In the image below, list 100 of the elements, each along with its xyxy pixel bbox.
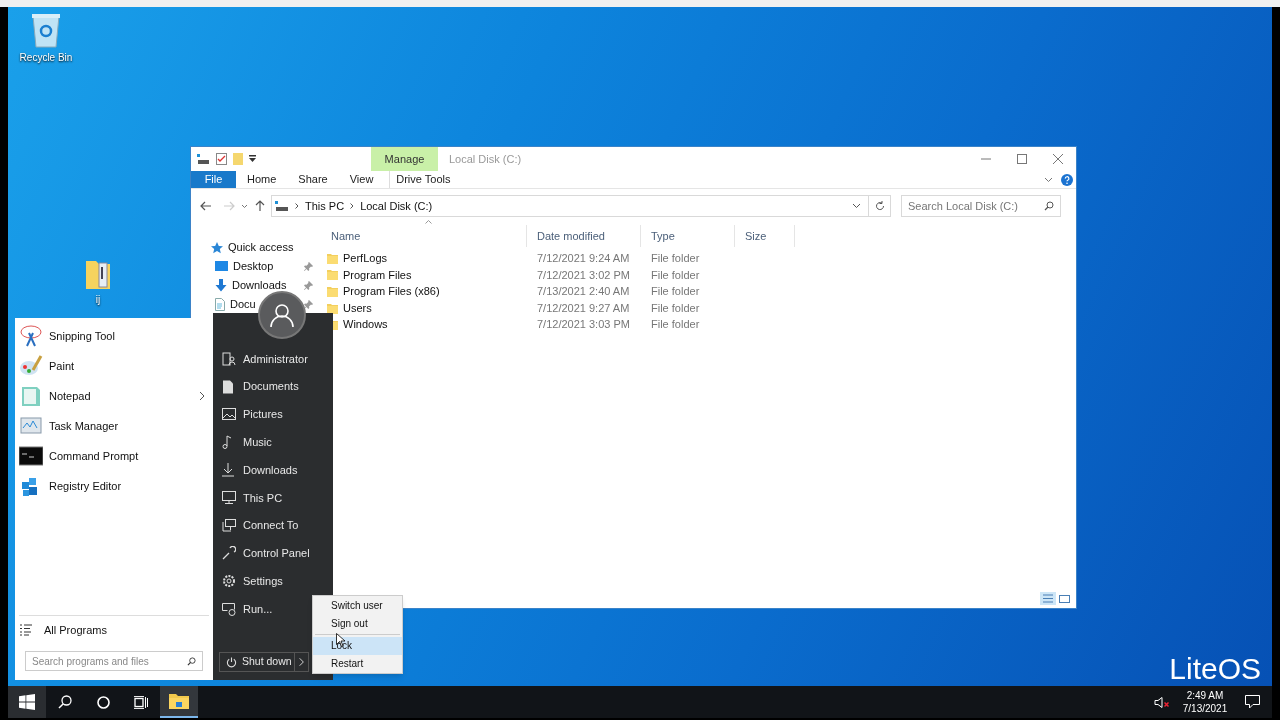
- address-bar[interactable]: This PC Local Disk (C:): [271, 195, 869, 217]
- menu-item[interactable]: Restart: [313, 654, 402, 672]
- nav-item[interactable]: Docu: [191, 295, 321, 314]
- start-button[interactable]: [8, 686, 46, 718]
- dropdown-icon[interactable]: [852, 203, 861, 209]
- search-icon: [58, 695, 72, 709]
- ribbon-tab[interactable]: View: [338, 171, 385, 188]
- large-icons-view-icon[interactable]: [1058, 592, 1071, 605]
- date-cell-text: 7/12/2021 9:27 AM: [536, 300, 631, 316]
- places-item[interactable]: Music: [213, 428, 333, 457]
- ribbon-tab[interactable]: Drive Tools: [389, 171, 457, 188]
- paint-icon: [19, 354, 43, 378]
- search-field[interactable]: Search programs and files: [25, 651, 203, 671]
- places-item[interactable]: Administrator: [213, 345, 333, 373]
- folder-icon: [327, 286, 338, 297]
- ribbon-tab[interactable]: Home: [236, 171, 288, 188]
- type-cell-text: File folder: [650, 267, 701, 283]
- column-header[interactable]: Type: [641, 225, 735, 247]
- pin-icon[interactable]: [304, 281, 313, 290]
- column-header[interactable]: Size: [735, 225, 795, 247]
- menu-item[interactable]: Switch user: [313, 597, 402, 615]
- recycle-bin-icon[interactable]: [31, 12, 61, 48]
- places-item[interactable]: Documents: [213, 372, 333, 401]
- branding-text: LiteOS: [1169, 651, 1261, 687]
- date-cell-text: 7/12/2021 3:03 PM: [536, 317, 631, 333]
- network-icon: [222, 519, 236, 533]
- document-icon: [222, 379, 234, 394]
- nav-item[interactable]: Desktop: [191, 257, 321, 276]
- download-icon: [222, 463, 234, 478]
- program-item[interactable]: Task Manager: [15, 411, 213, 441]
- refresh-icon: [874, 201, 885, 211]
- drive-icon[interactable]: [197, 154, 210, 164]
- help-icon[interactable]: [1061, 173, 1073, 186]
- wrench-icon: [222, 546, 236, 561]
- music-note-icon: [222, 435, 232, 450]
- places-item[interactable]: Connect To: [213, 511, 333, 540]
- folder-icon: [327, 269, 338, 281]
- notepad-icon: [19, 384, 43, 408]
- computer-icon: [222, 491, 236, 505]
- properties-icon[interactable]: [216, 153, 227, 165]
- places-item[interactable]: Pictures: [213, 400, 333, 429]
- windows-icon: [19, 694, 35, 710]
- user-icon: [222, 351, 236, 366]
- context-tab-header: Manage: [371, 147, 438, 171]
- up-icon[interactable]: [255, 200, 265, 212]
- details-view-icon[interactable]: [1040, 592, 1056, 605]
- date-cell-text: 7/12/2021 9:24 AM: [536, 251, 631, 267]
- pin-icon[interactable]: [304, 262, 313, 271]
- file-name[interactable]: Program Files (x86): [343, 283, 440, 300]
- program-item[interactable]: Notepad: [15, 381, 213, 411]
- desktop-icon: [215, 261, 228, 272]
- program-item[interactable]: Paint: [15, 351, 213, 381]
- back-icon[interactable]: [200, 201, 212, 211]
- folder-icon[interactable]: [85, 258, 111, 290]
- settings-icon: [222, 574, 236, 589]
- folder-icon: [327, 252, 338, 264]
- column-header[interactable]: Date modified: [527, 225, 641, 247]
- places-item[interactable]: This PC: [213, 484, 333, 512]
- breadcrumb-item[interactable]: Local Disk (C:): [360, 197, 433, 215]
- ribbon-tab[interactable]: Share: [287, 171, 339, 188]
- shutdown-button[interactable]: Shut down: [219, 652, 309, 672]
- nav-item[interactable]: Quick access: [191, 238, 321, 257]
- file-name[interactable]: PerfLogs: [343, 250, 388, 267]
- column-header[interactable]: Name: [321, 225, 527, 247]
- star-icon: [211, 241, 223, 254]
- nav-item[interactable]: Downloads: [191, 276, 321, 295]
- menu-item[interactable]: Sign out: [313, 614, 402, 632]
- search-icon: [187, 656, 196, 666]
- type-cell-text: File folder: [650, 284, 701, 300]
- recent-locations-icon[interactable]: [241, 203, 248, 209]
- power-icon: [226, 656, 237, 668]
- places-item[interactable]: Settings: [213, 567, 333, 596]
- program-item[interactable]: Registry Editor: [15, 471, 213, 501]
- program-item[interactable]: Command Prompt: [15, 441, 213, 471]
- breadcrumb-item[interactable]: This PC: [305, 197, 345, 215]
- speaker-muted-icon[interactable]: [1154, 695, 1170, 709]
- all-programs-item[interactable]: All Programs: [15, 617, 213, 643]
- places-item[interactable]: Downloads: [213, 456, 333, 484]
- ribbon-tab[interactable]: File: [191, 171, 236, 188]
- pin-icon[interactable]: [304, 300, 313, 309]
- sort-caret-icon: [425, 220, 432, 224]
- folder-icon: [327, 302, 338, 314]
- notification-icon: [1244, 695, 1260, 709]
- clock[interactable]: 2:49 AM 7/13/2021: [1178, 689, 1232, 715]
- places-item[interactable]: Control Panel: [213, 539, 333, 568]
- program-item[interactable]: Snipping Tool: [15, 321, 213, 351]
- list-icon: [20, 624, 32, 636]
- search-field[interactable]: Search Local Disk (C:): [901, 195, 1061, 217]
- menu-item[interactable]: Lock: [313, 637, 402, 655]
- file-name[interactable]: Program Files: [343, 266, 412, 284]
- file-name[interactable]: Users: [343, 299, 372, 317]
- cmd-icon: [19, 444, 43, 468]
- refresh-button[interactable]: [869, 195, 891, 217]
- chevron-icon[interactable]: [199, 391, 205, 401]
- taskbar-app-button[interactable]: [160, 686, 198, 718]
- picture-icon: [222, 408, 236, 421]
- expand-ribbon-icon[interactable]: [1044, 176, 1053, 183]
- dropdown-icon[interactable]: [249, 155, 256, 163]
- file-name[interactable]: Windows: [343, 316, 388, 333]
- date-cell-text: 7/12/2021 3:02 PM: [536, 267, 631, 283]
